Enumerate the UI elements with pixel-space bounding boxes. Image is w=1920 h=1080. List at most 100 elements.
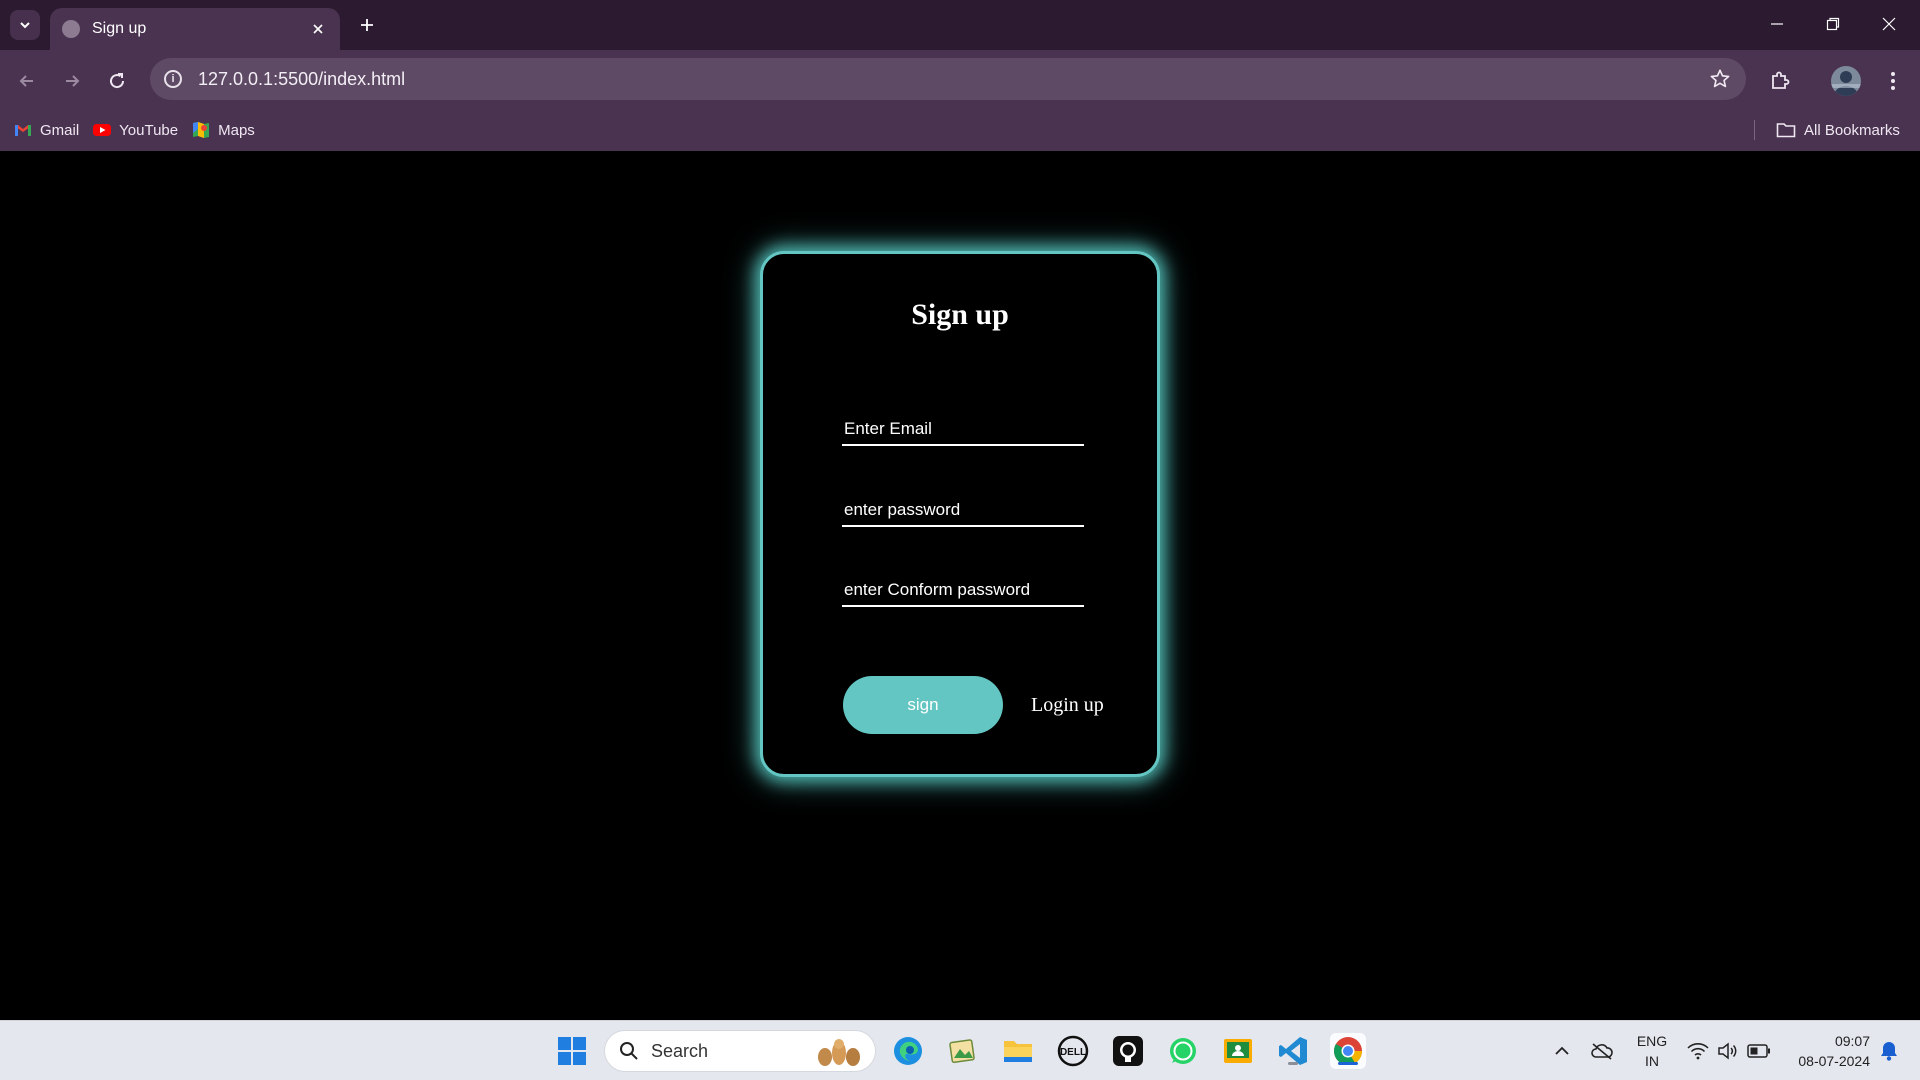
bookmark-label: Maps (218, 121, 255, 139)
tab-strip: Sign up (0, 0, 1920, 50)
bookmarks-bar: Gmail YouTube Maps All Bookmarks (0, 112, 1920, 148)
tab-close-button[interactable] (308, 19, 328, 39)
volume-icon (1718, 1042, 1737, 1060)
more-vert-icon (1891, 72, 1895, 90)
wifi-icon (1687, 1043, 1709, 1060)
bookmark-maps[interactable]: Maps (192, 121, 255, 139)
star-icon (1710, 69, 1730, 88)
gmail-icon (15, 125, 31, 136)
clock-date: 08-07-2024 (1798, 1053, 1870, 1069)
back-button[interactable] (10, 64, 44, 98)
tray-battery[interactable] (1744, 1021, 1774, 1080)
bell-icon (1881, 1042, 1897, 1061)
notifications-button[interactable] (1874, 1021, 1904, 1080)
bookmark-gmail[interactable]: Gmail (14, 121, 79, 139)
restore-icon (1826, 17, 1840, 31)
tray-overflow-button[interactable] (1548, 1021, 1576, 1080)
all-bookmarks-button[interactable]: All Bookmarks (1776, 112, 1900, 148)
bookmark-youtube[interactable]: YouTube (93, 121, 178, 139)
new-tab-button[interactable] (352, 10, 382, 40)
maps-icon (193, 122, 210, 138)
dell-icon: DELL (1057, 1035, 1089, 1067)
clock[interactable]: 09:07 08-07-2024 (1782, 1031, 1870, 1071)
whatsapp-icon (1170, 1038, 1196, 1064)
chevron-down-icon (20, 22, 30, 29)
tab-search-button[interactable] (10, 10, 40, 40)
chevron-up-icon (1555, 1046, 1569, 1055)
page-viewport: Sign up sign Login up (0, 151, 1920, 1020)
address-bar[interactable]: i 127.0.0.1:5500/index.html (150, 58, 1746, 100)
edge-icon (894, 1037, 922, 1065)
bookmarks-separator (1754, 120, 1755, 140)
browser-toolbar: i 127.0.0.1:5500/index.html Gmail YouTub… (0, 50, 1920, 158)
tab-title: Sign up (92, 20, 147, 37)
lang-bottom: IN (1645, 1053, 1659, 1069)
taskbar-edge[interactable] (890, 1033, 926, 1069)
taskbar-chrome[interactable] (1330, 1033, 1366, 1069)
info-icon[interactable]: i (164, 70, 182, 88)
close-icon (313, 24, 323, 34)
active-indicator (1338, 1062, 1358, 1065)
folder-icon (1776, 123, 1796, 138)
folder-icon (1004, 1041, 1032, 1062)
lang-top: ENG (1636, 1033, 1668, 1049)
signup-title: Sign up (911, 298, 1009, 331)
password-field[interactable] (842, 495, 1084, 527)
clock-time: 09:07 (1834, 1033, 1870, 1049)
sign-button[interactable]: sign (843, 676, 1003, 734)
restore-button[interactable] (1808, 6, 1858, 42)
taskbar-photos[interactable] (945, 1033, 981, 1069)
bookmark-label: YouTube (119, 121, 179, 139)
reload-button[interactable] (100, 64, 134, 98)
forward-button[interactable] (55, 64, 89, 98)
taskbar-whatsapp[interactable] (1165, 1033, 1201, 1069)
cloud-off-icon (1591, 1043, 1613, 1060)
tray-volume[interactable] (1714, 1021, 1742, 1080)
taskbar-search[interactable]: Search (604, 1030, 876, 1072)
search-icon (620, 1042, 638, 1060)
all-bookmarks-label: All Bookmarks (1804, 121, 1900, 139)
avatar-icon (1831, 71, 1861, 96)
globe-icon (62, 20, 80, 38)
running-indicator (1288, 1062, 1298, 1065)
classroom-icon (1224, 1039, 1252, 1063)
extensions-button[interactable] (1763, 64, 1797, 98)
search-highlight-icon (818, 1039, 860, 1066)
confirm-password-field[interactable] (842, 575, 1084, 607)
taskbar-dell[interactable]: DELL (1055, 1033, 1091, 1069)
bookmark-star-button[interactable] (1700, 59, 1740, 99)
youtube-icon (93, 124, 112, 136)
browser-tab[interactable]: Sign up (50, 8, 340, 50)
close-icon (1882, 17, 1896, 31)
bookmark-label: Gmail (40, 121, 80, 139)
taskbar-vscode[interactable] (1275, 1033, 1311, 1069)
taskbar-file-explorer[interactable] (1000, 1033, 1036, 1069)
email-field[interactable] (842, 414, 1084, 446)
profile-avatar[interactable] (1831, 66, 1861, 96)
menu-button[interactable] (1876, 64, 1910, 98)
language-indicator[interactable]: ENG IN (1630, 1031, 1674, 1071)
login-link[interactable]: Login up (1031, 694, 1104, 717)
taskbar: Search DELL ENG IN 09:07 08-07-2024 (0, 1020, 1920, 1080)
tray-wifi[interactable] (1684, 1021, 1712, 1080)
close-window-button[interactable] (1864, 6, 1914, 42)
plus-icon (361, 19, 373, 31)
photos-icon (949, 1039, 975, 1064)
arrow-right-icon (66, 75, 80, 87)
windows-icon (558, 1037, 586, 1065)
tray-onedrive[interactable] (1586, 1021, 1618, 1080)
puzzle-icon (1772, 71, 1790, 89)
taskbar-github[interactable] (1110, 1033, 1146, 1069)
minimize-icon (1771, 23, 1783, 25)
github-icon (1113, 1036, 1143, 1066)
svg-text:DELL: DELL (1060, 1047, 1086, 1058)
start-button[interactable] (554, 1033, 590, 1069)
arrow-left-icon (19, 75, 33, 87)
minimize-button[interactable] (1752, 6, 1802, 42)
battery-icon (1747, 1044, 1770, 1058)
url-text: 127.0.0.1:5500/index.html (198, 68, 406, 89)
reload-icon (110, 73, 125, 89)
taskbar-classroom[interactable] (1220, 1033, 1256, 1069)
signup-card: Sign up sign Login up (760, 251, 1160, 777)
search-label: Search (651, 1040, 709, 1061)
